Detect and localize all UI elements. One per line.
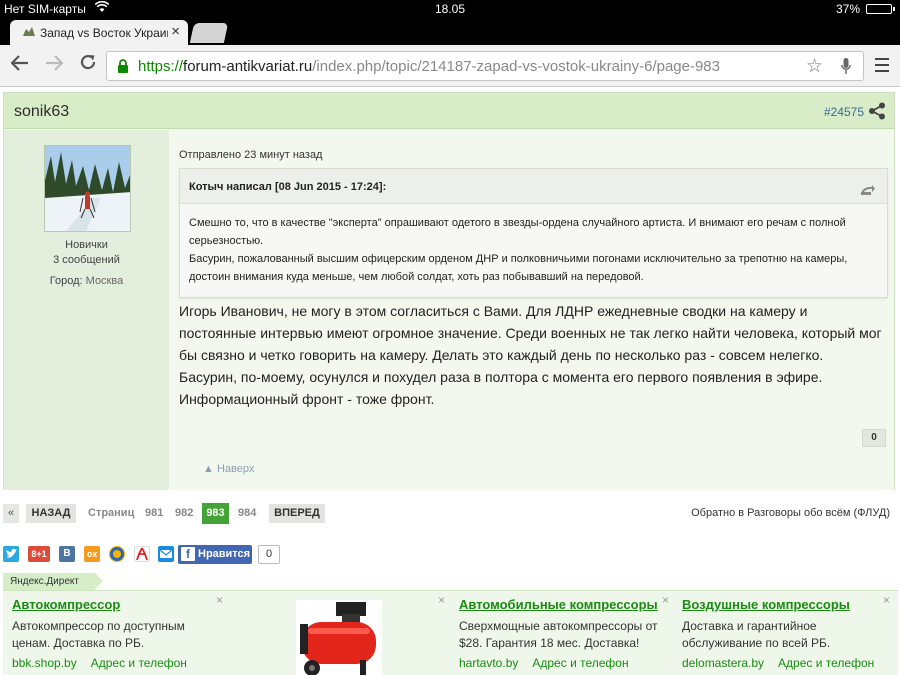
post-body: Отправлено 23 минут назад Котыч написал … <box>169 130 894 490</box>
prev-arrow-button[interactable]: « <box>3 504 19 523</box>
quote-paragraph: Смешно то, что в качестве "эксперта" опр… <box>189 217 846 247</box>
post-text: Игорь Иванович, не могу в этом согласить… <box>179 303 882 407</box>
favicon-icon <box>22 26 36 38</box>
new-tab-button[interactable] <box>189 23 229 43</box>
user-rank: Новички <box>65 239 108 251</box>
ad-domain[interactable]: bbk.shop.by <box>12 656 77 670</box>
url-path: /index.php/topic/214187-zapad-vs-vostok-… <box>312 58 720 75</box>
ad-close-icon[interactable]: × <box>216 593 223 607</box>
google-plus-icon[interactable]: 8+1 <box>28 546 50 562</box>
ad-title[interactable]: Автомобильные компрессоры <box>459 597 673 612</box>
url-host: forum-antikvariat.ru <box>183 58 313 75</box>
forward-arrow-icon[interactable] <box>42 53 66 77</box>
url-text: https://forum-antikvariat.ru/index.php/t… <box>138 58 720 75</box>
back-to-forum-link[interactable]: Обратно в Разговоры обо всём (ФЛУД) <box>691 507 890 519</box>
ad-links: bbk.shop.by Адрес и телефон <box>12 656 222 670</box>
forum-post: sonik63 #24575 Новички 3 сообщений Город… <box>3 92 895 490</box>
url-scheme: https:// <box>138 58 184 75</box>
avatar[interactable] <box>44 145 131 232</box>
post-id-link[interactable]: #24575 <box>824 105 864 119</box>
current-page: 983 <box>202 503 229 524</box>
page-content: sonik63 #24575 Новички 3 сообщений Город… <box>0 88 900 675</box>
back-to-top-label: Наверх <box>216 463 255 475</box>
ad-item: Автомобильные компрессоры Сверхмощные ав… <box>459 597 673 670</box>
ya-ru-icon[interactable] <box>134 546 150 562</box>
forward-button[interactable]: ВПЕРЕД <box>269 504 325 523</box>
share-icon[interactable] <box>868 102 886 120</box>
address-bar[interactable]: https://forum-antikvariat.ru/index.php/t… <box>106 51 864 81</box>
social-share-bar: 8+1 В ок f Нравится 0 <box>0 543 900 567</box>
city-value: Москва <box>85 275 124 287</box>
ad-domain[interactable]: delomastera.by <box>682 656 764 670</box>
pages-label: Страниц <box>88 507 135 519</box>
user-city: Город: Москва <box>4 275 169 287</box>
quote-header: Котыч написал [08 Jun 2015 - 17:24]: <box>180 169 887 204</box>
ad-links: hartavto.by Адрес и телефон <box>459 656 673 670</box>
page-link[interactable]: 984 <box>238 507 256 519</box>
bookmark-star-icon[interactable]: ☆ <box>806 55 823 78</box>
page-link[interactable]: 982 <box>175 507 193 519</box>
quote-body: Смешно то, что в качестве "эксперта" опр… <box>189 214 879 286</box>
battery-icon <box>866 4 895 14</box>
battery-percent: 37% <box>835 2 860 16</box>
quote-citation: Котыч написал [08 Jun 2015 - 17:24]: <box>189 181 387 193</box>
odnoklassniki-icon[interactable]: ок <box>84 546 100 562</box>
ad-title[interactable]: Воздушные компрессоры <box>682 597 887 612</box>
post-author[interactable]: sonik63 <box>14 103 69 121</box>
page-link[interactable]: 981 <box>145 507 163 519</box>
ad-text: Доставка и гарантийное обслуживание по в… <box>682 619 831 650</box>
twitter-icon[interactable] <box>3 546 19 562</box>
ad-domain[interactable]: hartavto.by <box>459 656 518 670</box>
browser-toolbar: https://forum-antikvariat.ru/index.php/t… <box>0 45 900 87</box>
back-button[interactable]: НАЗАД <box>26 504 76 523</box>
reload-icon[interactable] <box>76 53 100 77</box>
back-arrow-icon[interactable] <box>8 53 32 77</box>
microphone-icon[interactable] <box>841 58 851 75</box>
ad-close-icon[interactable]: × <box>883 593 890 607</box>
lock-icon <box>117 59 129 73</box>
ad-close-icon[interactable]: × <box>438 593 445 607</box>
compressor-image[interactable] <box>296 600 382 675</box>
like-count: 0 <box>258 545 280 564</box>
ad-text: Автокомпрессор по доступным ценам. Доста… <box>12 619 185 650</box>
status-bar: Нет SIM-карты 18.05 37% <box>0 0 900 18</box>
clock: 18.05 <box>434 2 466 16</box>
city-label: Город: <box>49 275 83 287</box>
ad-block: Автокомпрессор Автокомпрессор по доступн… <box>3 590 898 675</box>
ad-item: Автокомпрессор Автокомпрессор по доступн… <box>12 597 222 670</box>
ad-address-link[interactable]: Адрес и телефон <box>532 656 628 670</box>
posted-time: Отправлено 23 минут назад <box>179 149 323 161</box>
quote-block: Котыч написал [08 Jun 2015 - 17:24]: Сме… <box>179 168 888 298</box>
ad-links: delomastera.by Адрес и телефон <box>682 656 887 670</box>
user-post-count: 3 сообщений <box>53 254 120 266</box>
author-info: Новички 3 сообщений Город: Москва <box>4 130 169 490</box>
quote-jump-icon[interactable] <box>861 182 875 195</box>
email-icon[interactable] <box>158 546 174 562</box>
close-icon[interactable]: × <box>171 23 180 40</box>
ad-title[interactable]: Автокомпрессор <box>12 597 222 612</box>
vk-icon[interactable]: В <box>59 546 75 562</box>
back-to-top-link[interactable]: ▲ Наверх <box>203 463 254 475</box>
tab-active[interactable]: Запад vs Восток Украины × <box>10 20 188 45</box>
ad-close-icon[interactable]: × <box>662 593 669 607</box>
mail-agent-icon[interactable] <box>109 546 125 562</box>
facebook-like-button[interactable]: f Нравится <box>178 545 252 564</box>
ad-item: Воздушные компрессоры Доставка и гаранти… <box>682 597 887 670</box>
tab-strip: Запад vs Восток Украины × <box>0 18 900 45</box>
menu-icon[interactable] <box>875 58 889 72</box>
like-label: Нравится <box>198 548 251 560</box>
pagination: « НАЗАД Страниц 981 982 983 984 ВПЕРЕД О… <box>0 502 900 526</box>
post-header: sonik63 #24575 <box>4 93 894 129</box>
ad-address-link[interactable]: Адрес и телефон <box>91 656 187 670</box>
quote-paragraph: Басурин, пожалованный высшим офицерским … <box>189 253 848 283</box>
caret-up-icon: ▲ <box>203 463 214 475</box>
ad-text: Сверхмощные автокомпрессоры от $28. Гара… <box>459 619 658 650</box>
ad-address-link[interactable]: Адрес и телефон <box>778 656 874 670</box>
reputation-badge[interactable]: 0 <box>862 429 886 447</box>
yandex-direct-label[interactable]: Яндекс.Директ <box>3 573 103 590</box>
tab-title: Запад vs Восток Украины <box>40 26 168 40</box>
facebook-icon: f <box>181 547 195 561</box>
